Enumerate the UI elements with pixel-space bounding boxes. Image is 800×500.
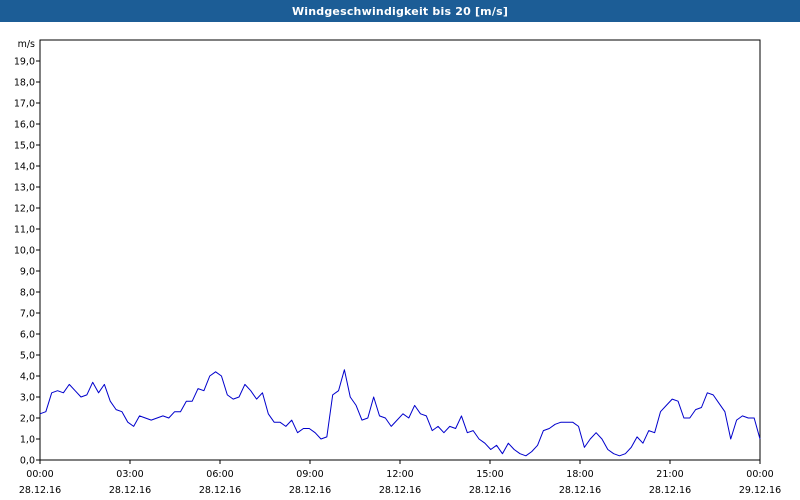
y-tick-label: 1,0 — [20, 435, 35, 446]
x-tick-date-label: 28.12.16 — [469, 485, 511, 496]
y-tick-label: 0,0 — [20, 456, 35, 467]
y-tick-label: 9,0 — [20, 267, 35, 278]
x-tick-date-label: 28.12.16 — [559, 485, 601, 496]
y-tick-label: 10,0 — [14, 246, 35, 257]
y-tick-label: 15,0 — [14, 141, 35, 152]
x-tick-date-label: 29.12.16 — [739, 485, 781, 496]
x-tick-time-label: 18:00 — [566, 469, 593, 480]
y-tick-label: 5,0 — [20, 351, 35, 362]
plot-frame — [39, 39, 761, 461]
x-tick-date-label: 28.12.16 — [19, 485, 61, 496]
x-tick-time-label: 15:00 — [476, 469, 503, 480]
x-tick-date-label: 28.12.16 — [649, 485, 691, 496]
y-tick-label: 8,0 — [20, 288, 35, 299]
x-tick-time-label: 12:00 — [386, 469, 413, 480]
y-tick-label: 4,0 — [20, 372, 35, 383]
axes-layer — [36, 39, 761, 464]
wind-speed-chart: 0,0 1,0 2,0 3,0 4,0 5,0 6,0 7,0 8,0 9,0 10,0 11,0 12… — [14, 39, 781, 496]
x-tick-time-label: 00:00 — [746, 469, 773, 480]
y-tick-label: 6,0 — [20, 330, 35, 341]
x-tick-date-label: 28.12.16 — [289, 485, 331, 496]
x-tick-time-label: 21:00 — [656, 469, 683, 480]
x-tick-time-label: 09:00 — [296, 469, 323, 480]
y-tick-label: 2,0 — [20, 414, 35, 425]
x-tick-time-label: 00:00 — [26, 469, 53, 480]
y-tick-label: 19,0 — [14, 57, 35, 68]
y-tick-label: 12,0 — [14, 204, 35, 215]
x-tick-time-label: 03:00 — [116, 469, 143, 480]
y-tick-label: 14,0 — [14, 162, 35, 173]
y-tick-label: 13,0 — [14, 183, 35, 194]
x-tick-date-label: 28.12.16 — [199, 485, 241, 496]
x-tick-date-label: 28.12.16 — [379, 485, 421, 496]
y-tick-label: 18,0 — [14, 78, 35, 89]
x-tick-time-label: 06:00 — [206, 469, 233, 480]
y-tick-label: 17,0 — [14, 99, 35, 110]
y-axis-unit: m/s — [18, 39, 35, 50]
y-tick-label: 16,0 — [14, 120, 35, 131]
y-tick-label: 7,0 — [20, 309, 35, 320]
x-tick-date-label: 28.12.16 — [109, 485, 151, 496]
y-tick-label: 11,0 — [14, 225, 35, 236]
y-tick-label: 3,0 — [20, 393, 35, 404]
